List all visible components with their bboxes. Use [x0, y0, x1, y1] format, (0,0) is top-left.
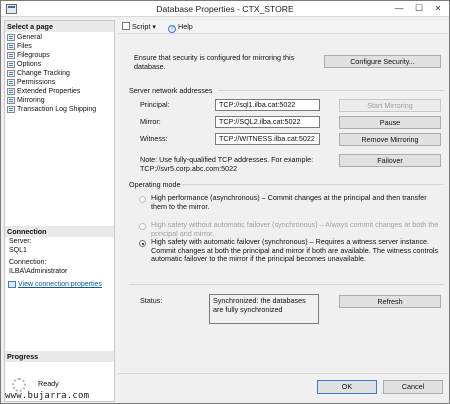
security-text: Ensure that security is configured for m…: [134, 53, 295, 71]
watermark: www.bujarra.com: [5, 391, 90, 401]
group-divider: [180, 184, 444, 185]
status-label: Status:: [140, 296, 163, 305]
ok-button[interactable]: OK: [317, 380, 377, 394]
page-item-label: Files: [17, 43, 32, 50]
chevron-down-icon[interactable]: ▾: [152, 22, 156, 31]
page-icon: [7, 43, 15, 50]
connection-info: Server: SQL1 Connection: ILBA\Administra…: [5, 238, 114, 289]
note-line-2: TCP://svr5.corp.abc.com:5022: [140, 164, 238, 173]
select-page-header: Select a page: [5, 21, 114, 32]
page-item-label: Filegroups: [17, 52, 50, 59]
server-label: Server:: [9, 238, 32, 245]
page-item-transaction-log-shipping[interactable]: Transaction Log Shipping: [5, 105, 114, 114]
page-icon: [7, 61, 15, 68]
page-item-label: Transaction Log Shipping: [17, 106, 97, 113]
database-properties-window: Database Properties - CTX_STORE — ☐ ✕ Se…: [0, 0, 450, 404]
start-mirroring-button[interactable]: Start Mirroring: [339, 99, 441, 112]
status-value-box: Synchronized: the databases are fully sy…: [209, 294, 319, 324]
cancel-button[interactable]: Cancel: [383, 380, 443, 394]
server-value: SQL1: [9, 246, 27, 254]
view-connection-properties-link[interactable]: View connection properties: [5, 280, 114, 289]
page-item-files[interactable]: Files: [5, 42, 114, 51]
script-button[interactable]: Script ▾: [122, 22, 156, 32]
connection-header: Connection: [5, 226, 114, 237]
help-button[interactable]: ? Help: [168, 22, 193, 33]
page-item-options[interactable]: Options: [5, 60, 114, 69]
page-icon: [7, 34, 15, 41]
page-list: General Files Filegroups Options Change …: [5, 33, 114, 114]
page-item-general[interactable]: General: [5, 33, 114, 42]
page-item-label: Mirroring: [17, 97, 45, 104]
high-safety-failover-radio[interactable]: [139, 240, 146, 247]
server-network-header: Server network addresses: [129, 86, 213, 95]
principal-label: Principal:: [140, 100, 170, 109]
witness-address-field[interactable]: TCP://WITNESS.ilba.cat:5022: [215, 133, 320, 145]
principal-address-field[interactable]: TCP://sql1.ilba.cat:5022: [215, 99, 320, 111]
page-item-change-tracking[interactable]: Change Tracking: [5, 69, 114, 78]
minimize-button[interactable]: —: [389, 2, 409, 15]
witness-label: Witness:: [140, 134, 168, 143]
operating-mode-header: Operating mode: [129, 180, 181, 189]
page-icon: [7, 79, 15, 86]
group-divider: [129, 284, 444, 285]
connection-label: Connection:: [9, 259, 47, 266]
page-icon: [7, 88, 15, 95]
page-item-filegroups[interactable]: Filegroups: [5, 51, 114, 60]
failover-button[interactable]: Failover: [339, 154, 441, 167]
high-safety-no-failover-radio[interactable]: [139, 223, 146, 230]
refresh-button[interactable]: Refresh: [339, 295, 441, 308]
window-title: Database Properties - CTX_STORE: [156, 4, 294, 14]
view-connection-properties-label: View connection properties: [18, 281, 102, 288]
mirror-label: Mirror:: [140, 117, 161, 126]
page-item-label: Permissions: [17, 79, 56, 86]
high-performance-radio[interactable]: [139, 196, 146, 203]
page-icon: [7, 52, 15, 59]
dialog-footer: OK Cancel: [118, 371, 448, 403]
mirroring-page: Ensure that security is configured for m…: [118, 35, 448, 370]
high-safety-no-failover-label: High safety without automatic failover (…: [151, 220, 439, 238]
page-item-label: Change Tracking: [17, 70, 70, 77]
close-button[interactable]: ✕: [428, 2, 448, 15]
high-safety-failover-label: High safety with automatic failover (syn…: [151, 237, 439, 264]
page-item-label: Extended Properties: [17, 88, 81, 95]
configure-security-button[interactable]: Configure Security...: [324, 55, 441, 68]
connection-properties-icon: [8, 281, 16, 288]
page-item-label: General: [17, 34, 42, 41]
page-item-mirroring[interactable]: Mirroring: [5, 96, 114, 105]
page-icon: [7, 106, 15, 113]
maximize-button[interactable]: ☐: [409, 2, 429, 15]
page-icon: [7, 97, 15, 104]
script-icon: [122, 22, 130, 30]
progress-header: Progress: [5, 351, 114, 362]
connection-value: ILBA\Administrator: [9, 267, 68, 275]
page-item-permissions[interactable]: Permissions: [5, 78, 114, 87]
page-icon: [7, 70, 15, 77]
page-item-label: Options: [17, 61, 42, 68]
mirror-address-field[interactable]: TCP://SQL2.ilba.cat:5022: [215, 116, 320, 128]
progress-status: Ready: [38, 379, 59, 388]
progress-spinner-icon: [12, 378, 26, 392]
left-panel: Select a page General Files Filegroups O…: [4, 20, 115, 402]
remove-mirroring-button[interactable]: Remove Mirroring: [339, 133, 441, 146]
title-bar: Database Properties - CTX_STORE — ☐ ✕: [1, 1, 449, 17]
high-performance-label: High performance (asynchronous) – Commit…: [151, 193, 427, 211]
help-icon: ?: [168, 25, 176, 33]
help-label: Help: [178, 22, 193, 31]
group-divider: [218, 90, 444, 91]
toolbar: Script ▾ ? Help: [118, 20, 448, 34]
pause-button[interactable]: Pause: [339, 116, 441, 129]
script-label: Script: [132, 22, 151, 31]
page-item-extended-properties[interactable]: Extended Properties: [5, 87, 114, 96]
